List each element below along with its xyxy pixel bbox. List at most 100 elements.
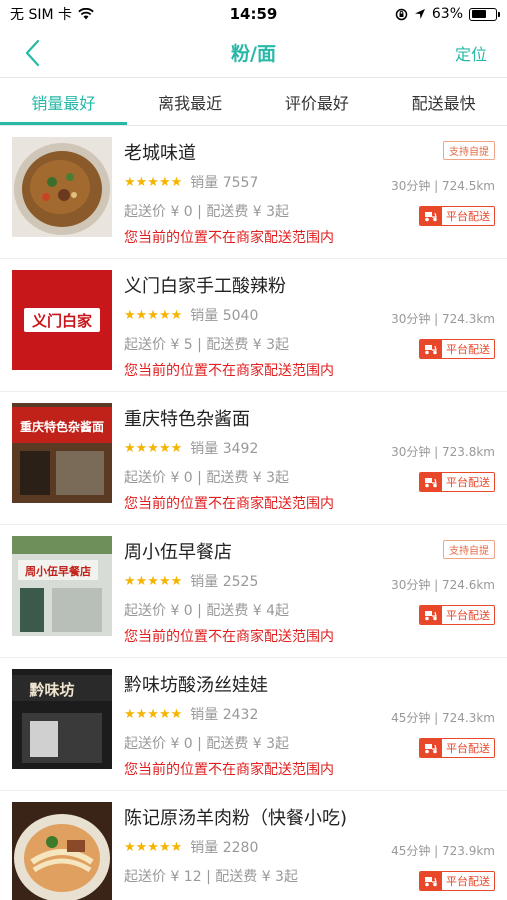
sales-value: 2280 [222,840,259,856]
store-meta: 30分钟 | 724.3km 平台配送 [365,268,495,391]
store-thumbnail: 义门白家 [12,270,112,370]
platform-delivery-label: 平台配送 [442,739,494,757]
delivery-time-distance: 30分钟 | 724.6km [391,578,495,592]
store-item[interactable]: 陈记原汤羊肉粉（快餐小吃) ★★★★★ 销量 2280 起送价 ¥ 12 | 配… [0,791,507,900]
thumbnail-sign-text: 重庆特色杂酱面 [20,419,104,434]
platform-delivery-label: 平台配送 [442,340,494,358]
sales-label: 销量 [190,707,219,723]
store-info: 黔味坊酸汤丝娃娃 ★★★★★ 销量 2432 起送价 ¥ 0 | 配送费 ¥ 3… [112,667,495,790]
sales-count: 销量 2432 [190,704,258,724]
store-info: 重庆特色杂酱面 ★★★★★ 销量 3492 起送价 ¥ 0 | 配送费 ¥ 3起… [112,401,495,524]
sales-label: 销量 [190,840,219,856]
store-info: 陈记原汤羊肉粉（快餐小吃) ★★★★★ 销量 2280 起送价 ¥ 12 | 配… [112,800,495,900]
scooter-icon [420,340,442,358]
store-thumbnail: 周小伍早餐店 [12,536,112,636]
platform-delivery-badge: 平台配送 [419,339,495,359]
status-right: 63% [395,6,500,22]
platform-delivery-badge: 平台配送 [419,472,495,492]
sort-tabs: 销量最好 离我最近 评价最好 配送最快 [0,78,507,126]
sales-count: 销量 2280 [190,837,258,857]
wifi-icon [78,8,94,20]
scooter-icon [420,606,442,624]
store-list: 老城味道 ★★★★★ 销量 7557 起送价 ¥ 0 | 配送费 ¥ 3起 您当… [0,126,507,900]
sales-value: 7557 [222,175,259,191]
thumbnail-sign-text: 黔味坊 [29,681,74,699]
rating-stars-icon: ★★★★★ [124,573,183,589]
sales-label: 销量 [190,308,219,324]
battery-level [471,10,486,18]
delivery-time-distance: 30分钟 | 724.3km [391,312,495,326]
thumbnail-sign-text: 义门白家 [32,312,92,330]
store-thumbnail: 黔味坊 [12,669,112,769]
status-bar: 无 SIM 卡 14:59 63% [0,0,507,28]
chevron-left-icon [25,39,40,66]
sales-count: 销量 3492 [190,438,258,458]
store-item[interactable]: 黔味坊 黔味坊酸汤丝娃娃 ★★★★★ 销量 2432 起送价 ¥ 0 | 配送费… [0,658,507,791]
sales-count: 销量 7557 [190,172,258,192]
platform-delivery-label: 平台配送 [442,207,494,225]
rating-stars-icon: ★★★★★ [124,307,183,323]
store-item[interactable]: 重庆特色杂酱面 重庆特色杂酱面 ★★★★★ 销量 3492 起送价 ¥ 0 | … [0,392,507,525]
platform-delivery-label: 平台配送 [442,872,494,890]
locate-button[interactable]: 定位 [455,41,487,65]
location-arrow-icon [414,9,425,19]
status-left: 无 SIM 卡 [10,4,94,24]
self-pickup-badge: 支持自提 [443,540,495,559]
platform-delivery-badge: 平台配送 [419,738,495,758]
store-item[interactable]: 老城味道 ★★★★★ 销量 7557 起送价 ¥ 0 | 配送费 ¥ 3起 您当… [0,126,507,259]
platform-delivery-label: 平台配送 [442,606,494,624]
tab-best-sales[interactable]: 销量最好 [0,78,127,125]
store-thumbnail: 重庆特色杂酱面 [12,403,112,503]
scooter-icon [420,473,442,491]
platform-delivery-label: 平台配送 [442,473,494,491]
sales-value: 3492 [222,441,259,457]
store-meta: 支持自提 30分钟 | 724.5km 平台配送 [365,135,495,258]
battery-icon [469,7,500,21]
orientation-lock-icon [395,8,408,20]
store-info: 周小伍早餐店 ★★★★★ 销量 2525 起送价 ¥ 0 | 配送费 ¥ 4起 … [112,534,495,657]
tab-fastest-delivery[interactable]: 配送最快 [380,78,507,125]
store-meta: 45分钟 | 724.3km 平台配送 [365,667,495,790]
rating-stars-icon: ★★★★★ [124,174,183,190]
sales-count: 销量 2525 [190,571,258,591]
sales-value: 2525 [222,574,259,590]
platform-delivery-badge: 平台配送 [419,206,495,226]
sales-label: 销量 [190,441,219,457]
self-pickup-badge: 支持自提 [443,141,495,160]
platform-delivery-badge: 平台配送 [419,605,495,625]
scooter-icon [420,872,442,890]
tab-nearest[interactable]: 离我最近 [127,78,254,125]
sales-label: 销量 [190,574,219,590]
store-meta: 45分钟 | 723.9km 平台配送 [365,800,495,900]
thumbnail-sign-text: 周小伍早餐店 [25,564,91,578]
sales-value: 5040 [222,308,259,324]
store-info: 老城味道 ★★★★★ 销量 7557 起送价 ¥ 0 | 配送费 ¥ 3起 您当… [112,135,495,258]
scooter-icon [420,207,442,225]
delivery-time-distance: 30分钟 | 724.5km [391,179,495,193]
sales-label: 销量 [190,175,219,191]
back-button[interactable] [24,33,54,73]
carrier-label: 无 SIM 卡 [10,7,72,23]
rating-stars-icon: ★★★★★ [124,706,183,722]
clock: 14:59 [229,5,278,23]
delivery-time-distance: 30分钟 | 723.8km [391,445,495,459]
page-title: 粉/面 [231,43,276,65]
sales-value: 2432 [222,707,259,723]
store-meta: 30分钟 | 723.8km 平台配送 [365,401,495,524]
rating-stars-icon: ★★★★★ [124,440,183,456]
delivery-time-distance: 45分钟 | 723.9km [391,844,495,858]
rating-stars-icon: ★★★★★ [124,839,183,855]
store-item[interactable]: 周小伍早餐店 周小伍早餐店 ★★★★★ 销量 2525 起送价 ¥ 0 | 配送… [0,525,507,658]
sales-count: 销量 5040 [190,305,258,325]
store-info: 义门白家手工酸辣粉 ★★★★★ 销量 5040 起送价 ¥ 5 | 配送费 ¥ … [112,268,495,391]
platform-delivery-badge: 平台配送 [419,871,495,891]
delivery-time-distance: 45分钟 | 724.3km [391,711,495,725]
scooter-icon [420,739,442,757]
battery-percent: 63% [431,6,463,22]
nav-bar: 粉/面 定位 [0,28,507,78]
store-meta: 支持自提 30分钟 | 724.6km 平台配送 [365,534,495,657]
store-thumbnail [12,137,112,237]
tab-best-rated[interactable]: 评价最好 [254,78,381,125]
store-thumbnail [12,802,112,900]
store-item[interactable]: 义门白家 义门白家手工酸辣粉 ★★★★★ 销量 5040 起送价 ¥ 5 | 配… [0,259,507,392]
